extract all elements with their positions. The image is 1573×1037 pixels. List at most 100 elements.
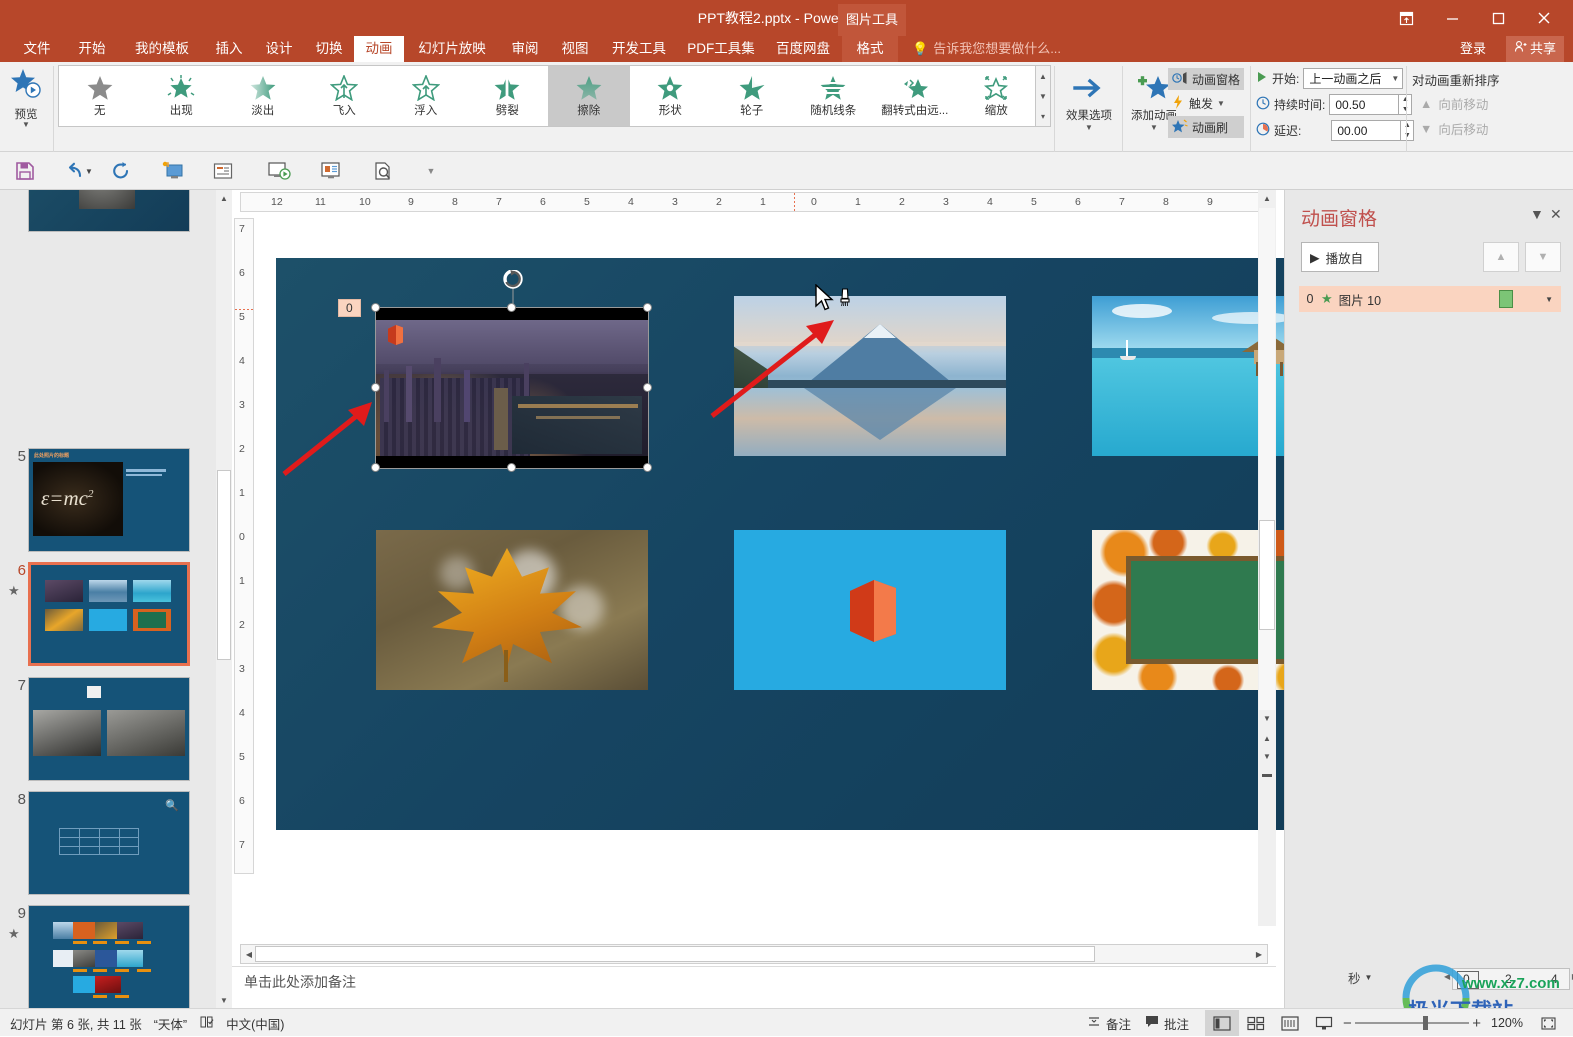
list-item[interactable]	[28, 562, 190, 666]
comments-button[interactable]: 批注	[1145, 1014, 1189, 1033]
vertical-ruler[interactable]: 7 6 5 4 3 2 1 0 1 2 3 4 5 6 7	[234, 218, 254, 874]
animation-flyin[interactable]: 飞入	[304, 66, 386, 126]
move-earlier-button[interactable]: ▲ 向前移动	[1420, 94, 1488, 113]
scrollbar-thumb[interactable]	[217, 470, 231, 660]
spellcheck-icon[interactable]	[199, 1015, 214, 1032]
tab-review[interactable]: 审阅	[500, 36, 550, 62]
picture-maple-leaf[interactable]	[376, 530, 648, 690]
gallery-scroll-down-icon[interactable]: ▼	[1036, 86, 1050, 106]
save-icon[interactable]	[10, 156, 40, 186]
tab-developer[interactable]: 开发工具	[600, 36, 678, 62]
scroll-down-icon[interactable]: ▼	[1258, 710, 1276, 727]
zoom-level[interactable]: 120%	[1491, 1016, 1523, 1030]
resize-handle-e[interactable]	[643, 383, 652, 392]
chevron-down-icon[interactable]: ▼	[1365, 973, 1373, 982]
tab-animations[interactable]: 动画	[354, 36, 404, 62]
tab-file[interactable]: 文件	[10, 36, 64, 62]
scroll-right-icon[interactable]: ▶	[1252, 946, 1266, 962]
preview-button[interactable]: 预览 ▼	[4, 64, 48, 142]
signin-link[interactable]: 登录	[1460, 36, 1486, 62]
next-slide-icon[interactable]: ▼	[1258, 748, 1276, 765]
tab-baidu-netdisk[interactable]: 百度网盘	[764, 36, 842, 62]
language-indicator[interactable]: 中文(中国)	[226, 1014, 284, 1033]
animation-none[interactable]: 无	[59, 66, 141, 126]
zoom-slider[interactable]: − +	[1347, 1010, 1477, 1036]
qat-more-icon[interactable]: ▼	[424, 156, 438, 186]
tab-pdf-tools[interactable]: PDF工具集	[678, 36, 764, 62]
animation-order-badge[interactable]: 0	[338, 299, 361, 317]
zoom-knob[interactable]	[1423, 1016, 1428, 1030]
animation-wipe[interactable]: 擦除	[548, 66, 630, 126]
gallery-scrollbar[interactable]: ▲ ▼ ▾	[1035, 65, 1051, 127]
undo-dropdown-icon[interactable]: ▼	[82, 156, 96, 186]
play-from-button[interactable]: ▶ 播放自	[1301, 242, 1379, 272]
scroll-left-icon[interactable]: ◀	[242, 946, 256, 962]
animation-seconds-label[interactable]: 秒 ▼	[1348, 968, 1372, 987]
timeline-scroll-left-icon[interactable]: ◀	[1444, 972, 1450, 981]
animation-zoom[interactable]: 缩放	[956, 66, 1038, 126]
resize-handle-ne[interactable]	[643, 303, 652, 312]
stepper-up-icon[interactable]: ▲	[1401, 121, 1413, 131]
zoom-in-button[interactable]: +	[1472, 1015, 1481, 1032]
scroll-up-icon[interactable]: ▲	[1258, 190, 1276, 207]
minimize-icon[interactable]	[1429, 0, 1475, 36]
section-icon[interactable]: ▬	[1258, 766, 1276, 783]
animation-fade[interactable]: 淡出	[222, 66, 304, 126]
resize-handle-nw[interactable]	[371, 303, 380, 312]
animation-floatin[interactable]: 浮入	[385, 66, 467, 126]
notes-pane[interactable]	[232, 966, 1276, 1008]
list-item[interactable]	[28, 905, 190, 1008]
slide-thumbnail-pane[interactable]: 5 此处照片的标题 ε=mc2 6 ★ 7 8 🔍	[0, 190, 232, 1008]
animation-wheel[interactable]: 轮子	[711, 66, 793, 126]
animation-gallery[interactable]: 无 出现 淡出 飞入 浮入 劈裂 擦除 形状	[58, 65, 1038, 127]
ribbon-display-options-icon[interactable]	[1383, 0, 1429, 36]
tab-design[interactable]: 设计	[254, 36, 304, 62]
tab-view[interactable]: 视图	[550, 36, 600, 62]
new-slide-icon[interactable]	[208, 156, 238, 186]
resize-handle-w[interactable]	[371, 383, 380, 392]
duration-input[interactable]: 00.50	[1329, 94, 1399, 115]
animation-duration-bar[interactable]	[1499, 290, 1513, 308]
move-up-button[interactable]: ▲	[1483, 242, 1519, 272]
picture-mount-fuji[interactable]	[734, 296, 1006, 456]
gallery-scroll-up-icon[interactable]: ▲	[1036, 66, 1050, 86]
delay-input[interactable]: 00.00	[1331, 120, 1401, 141]
tab-slideshow[interactable]: 幻灯片放映	[404, 36, 500, 62]
effect-options-button[interactable]: 效果选项 ▼	[1058, 68, 1120, 144]
slideshow-view-icon[interactable]	[1307, 1010, 1341, 1036]
gallery-expand-icon[interactable]: ▾	[1036, 106, 1050, 126]
tab-home[interactable]: 开始	[64, 36, 120, 62]
previous-slide-icon[interactable]: ▲	[1258, 730, 1276, 747]
resize-handle-s[interactable]	[507, 463, 516, 472]
fit-slide-icon[interactable]	[1531, 1010, 1565, 1036]
start-dropdown[interactable]: 上一动画之后 ▼	[1303, 68, 1403, 89]
tab-transitions[interactable]: 切换	[304, 36, 354, 62]
chevron-down-icon[interactable]: ▼	[1530, 206, 1544, 222]
slide-canvas[interactable]: 0	[276, 258, 1288, 830]
animation-pane-button[interactable]: 动画窗格	[1168, 68, 1244, 90]
list-item[interactable]: 🔍	[28, 791, 190, 895]
animation-appear[interactable]: 出现	[141, 66, 223, 126]
editor-horizontal-scrollbar[interactable]: ◀ ▶	[240, 944, 1268, 964]
animation-random-bars[interactable]: 随机线条	[793, 66, 875, 126]
animation-split[interactable]: 劈裂	[467, 66, 549, 126]
editor-vertical-scrollbar[interactable]: ▲ ▼ ▲ ▼ ▬	[1258, 190, 1276, 926]
redo-icon[interactable]	[106, 156, 136, 186]
list-item[interactable]: 此处照片的标题 ε=mc2	[28, 448, 190, 552]
slideshow-icon[interactable]	[264, 156, 294, 186]
slide-sorter-icon[interactable]	[1239, 1010, 1273, 1036]
animation-painter-button[interactable]: 动画刷	[1168, 116, 1244, 138]
list-item[interactable]	[28, 677, 190, 781]
presenter-view-icon[interactable]	[316, 156, 346, 186]
animation-list-item[interactable]: 0 ★ 图片 10 ▼	[1299, 286, 1561, 312]
picture-office-logo-blue[interactable]	[734, 530, 1006, 690]
theme-name[interactable]: “天体”	[154, 1014, 187, 1033]
close-icon[interactable]: ✕	[1550, 206, 1562, 223]
normal-view-icon[interactable]	[1205, 1010, 1239, 1036]
notes-button[interactable]: 备注	[1087, 1014, 1131, 1033]
animation-flip-from-far[interactable]: 翻转式由远...	[874, 66, 956, 126]
reading-view-icon[interactable]	[1273, 1010, 1307, 1036]
stepper-down-icon[interactable]: ▼	[1401, 131, 1413, 141]
scroll-up-icon[interactable]: ▲	[216, 190, 232, 206]
delay-stepper[interactable]: ▲ ▼	[1401, 120, 1414, 141]
